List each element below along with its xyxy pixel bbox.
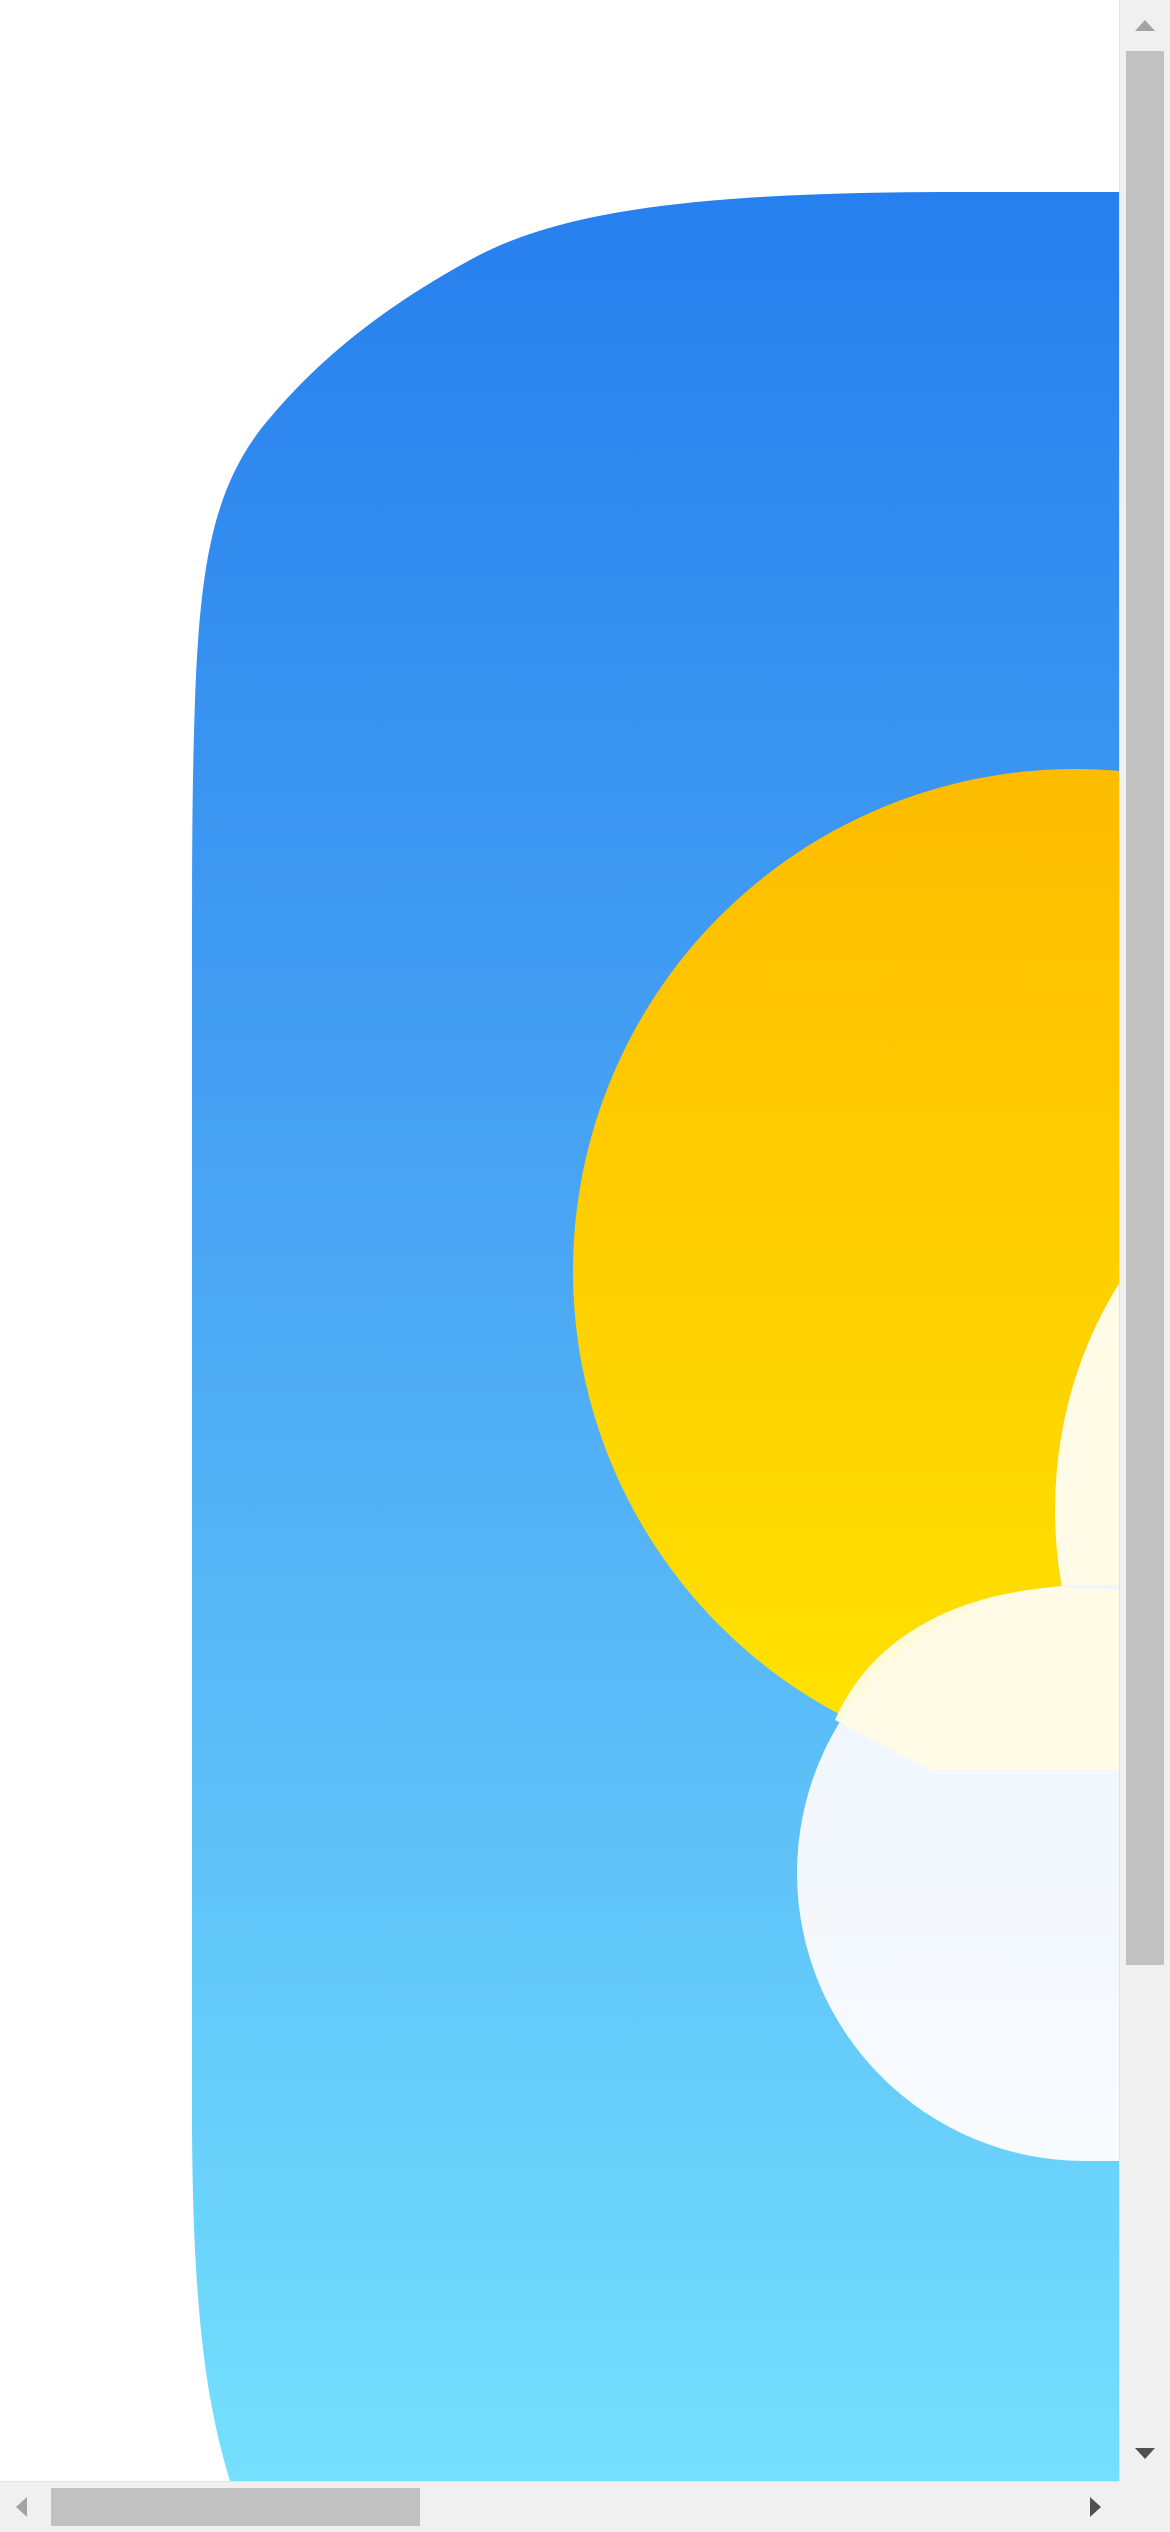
- image-viewport[interactable]: [0, 0, 1119, 2481]
- vertical-scrollbar[interactable]: [1119, 0, 1170, 2481]
- horizontal-scroll-thumb[interactable]: [51, 2488, 420, 2526]
- scroll-up-icon[interactable]: [1135, 20, 1155, 31]
- horizontal-scrollbar[interactable]: [0, 2481, 1119, 2532]
- vertical-scroll-thumb[interactable]: [1126, 51, 1164, 1965]
- scroll-right-icon[interactable]: [1090, 2497, 1101, 2517]
- scroll-left-icon[interactable]: [16, 2497, 27, 2517]
- image-viewer: [0, 0, 1170, 2532]
- weather-app-icon-image: [0, 0, 1119, 2481]
- scroll-corner: [1119, 2481, 1170, 2532]
- scroll-down-icon[interactable]: [1135, 2448, 1155, 2459]
